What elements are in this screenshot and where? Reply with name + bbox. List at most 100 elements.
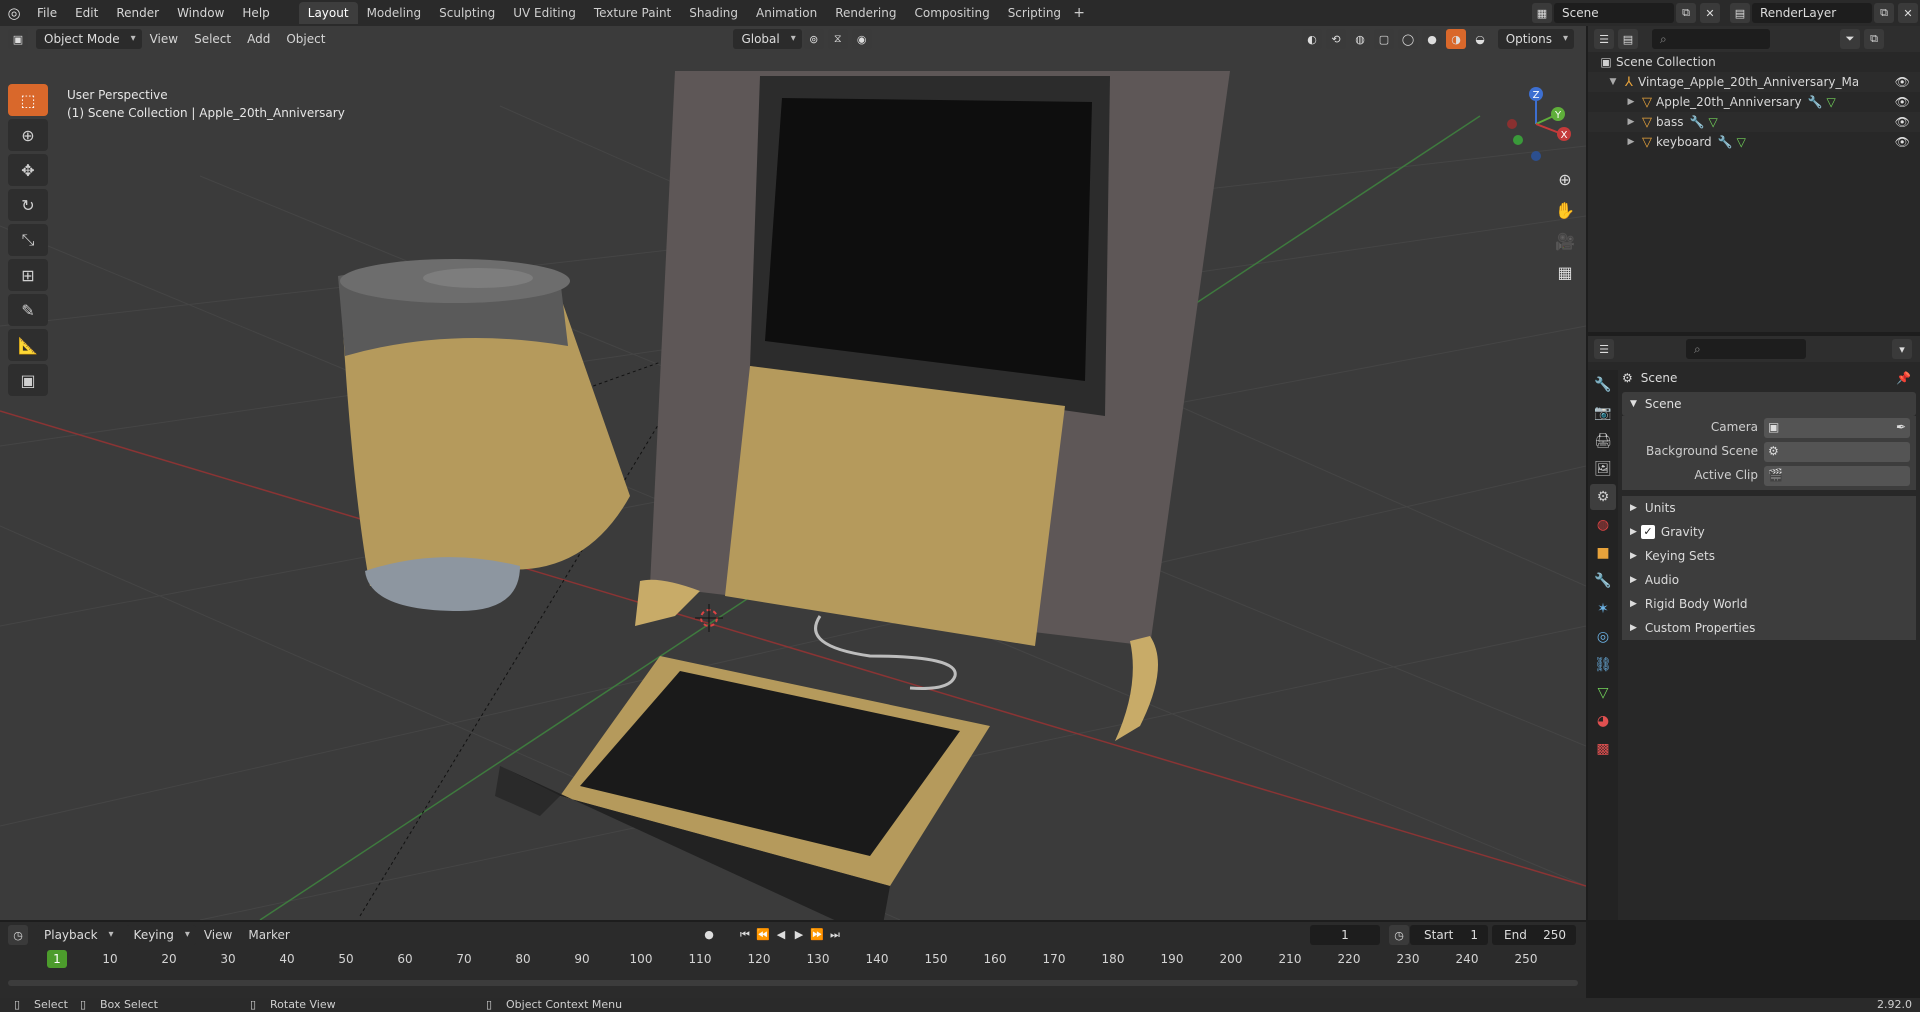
play-icon[interactable]: ▶	[790, 926, 808, 944]
gravity-panel[interactable]: ▶ ✓ Gravity	[1622, 520, 1916, 544]
menu-help[interactable]: Help	[233, 0, 278, 26]
wireframe-shading-icon[interactable]: ◯	[1398, 29, 1418, 49]
tab-rendering[interactable]: Rendering	[826, 2, 905, 24]
outliner-editor-icon[interactable]: ☰	[1594, 29, 1614, 49]
timeline-scrollbar[interactable]	[8, 980, 1578, 986]
timeline-editor-icon[interactable]: ◷	[8, 925, 28, 945]
navigation-gizmo[interactable]: Z Y X	[1500, 84, 1580, 164]
tab-animation[interactable]: Animation	[747, 2, 826, 24]
view-layer-field[interactable]: RenderLayer	[1752, 3, 1872, 23]
rotate-tool-icon[interactable]: ↻	[8, 189, 48, 221]
viewport-menu-select[interactable]: Select	[186, 32, 239, 46]
menu-render[interactable]: Render	[107, 0, 168, 26]
visibility-icon[interactable]: ◐	[1302, 29, 1322, 49]
overlay-icon[interactable]: ◍	[1350, 29, 1370, 49]
proportional-edit-icon[interactable]: ◉	[851, 29, 872, 49]
modifier-wrench-icon[interactable]: 🔧	[1718, 135, 1733, 149]
physics-tab-icon[interactable]: ◎	[1590, 624, 1616, 650]
expand-arrow-icon[interactable]: ▼	[1606, 77, 1620, 87]
menu-edit[interactable]: Edit	[66, 0, 107, 26]
new-collection-icon[interactable]: ⧉	[1864, 29, 1884, 49]
frame-cursor[interactable]: 1	[47, 950, 67, 968]
rendered-shading-icon[interactable]: ◒	[1470, 29, 1490, 49]
current-frame-field[interactable]: 1	[1310, 925, 1380, 945]
3d-cursor[interactable]	[695, 604, 723, 632]
new-view-layer-icon[interactable]: ⧉	[1874, 3, 1894, 23]
mesh-data-icon[interactable]: ▽	[1708, 115, 1717, 129]
select-tool-icon[interactable]: ⬚	[8, 84, 48, 116]
viewport-menu-object[interactable]: Object	[278, 32, 333, 46]
tab-texture-paint[interactable]: Texture Paint	[585, 2, 680, 24]
visibility-eye-icon[interactable]: 👁	[1895, 115, 1910, 129]
camera-field[interactable]: ▣ ✒	[1764, 418, 1910, 438]
rigid-body-world-panel[interactable]: ▶ Rigid Body World	[1622, 592, 1916, 616]
material-shading-icon[interactable]: ◑	[1446, 29, 1466, 49]
delete-scene-icon[interactable]: ✕	[1700, 3, 1720, 23]
audio-panel[interactable]: ▶ Audio	[1622, 568, 1916, 592]
keying-sets-panel[interactable]: ▶ Keying Sets	[1622, 544, 1916, 568]
pin-icon[interactable]: 📌	[1896, 371, 1911, 385]
outliner-row-apple[interactable]: ▶ ▽ Apple_20th_Anniversary 🔧 ▽ 👁	[1588, 92, 1920, 112]
properties-options-icon[interactable]: ▾	[1892, 339, 1912, 359]
custom-properties-panel[interactable]: ▶ Custom Properties	[1622, 616, 1916, 640]
modifier-tab-icon[interactable]: 🔧	[1590, 568, 1616, 594]
outliner-row-bass[interactable]: ▶ ▽ bass 🔧 ▽ 👁	[1588, 112, 1920, 132]
menu-file[interactable]: File	[28, 0, 66, 26]
properties-editor-icon[interactable]: ☰	[1594, 339, 1614, 359]
timeline-menu-view[interactable]: View	[196, 928, 240, 942]
play-reverse-icon[interactable]: ◀	[772, 926, 790, 944]
tab-scripting[interactable]: Scripting	[999, 2, 1070, 24]
material-tab-icon[interactable]: ◕	[1590, 708, 1616, 734]
zoom-icon[interactable]: ⊕	[1552, 166, 1578, 192]
mode-dropdown[interactable]: Object Mode	[36, 29, 142, 49]
particles-tab-icon[interactable]: ✶	[1590, 596, 1616, 622]
texture-tab-icon[interactable]: ▩	[1590, 736, 1616, 762]
timeline-menu-marker[interactable]: Marker	[240, 928, 297, 942]
units-panel[interactable]: ▶ Units	[1622, 496, 1916, 520]
pan-hand-icon[interactable]: ✋	[1552, 197, 1578, 223]
snap-icon[interactable]: ⧖	[827, 29, 848, 49]
start-frame-field[interactable]: Start 1	[1410, 925, 1488, 945]
measure-tool-icon[interactable]: 📐	[8, 329, 48, 361]
frame-ruler[interactable]: 1 10 20 30 40 50 60 70 80 90 100 110 120…	[0, 948, 1586, 972]
gizmo-toggle-icon[interactable]: ⟲	[1326, 29, 1346, 49]
camera-view-icon[interactable]: 🎥	[1552, 228, 1578, 254]
scene-browse-icon[interactable]: ▦	[1532, 3, 1552, 23]
new-scene-icon[interactable]: ⧉	[1676, 3, 1696, 23]
xray-icon[interactable]: ▢	[1374, 29, 1394, 49]
record-icon[interactable]: ●	[700, 926, 718, 944]
scene-panel-header[interactable]: ▼ Scene	[1622, 392, 1916, 416]
viewport-menu-view[interactable]: View	[142, 32, 186, 46]
options-dropdown[interactable]: Options	[1497, 29, 1574, 49]
solid-shading-icon[interactable]: ●	[1422, 29, 1442, 49]
eyedropper-icon[interactable]: ✒	[1896, 420, 1906, 434]
outliner-search-field[interactable]: ⌕	[1652, 29, 1770, 49]
apple-20th-anniversary-object[interactable]	[635, 71, 1230, 741]
prev-keyframe-icon[interactable]: ⏪	[754, 926, 772, 944]
collapse-arrow-icon[interactable]: ▶	[1624, 137, 1638, 147]
view-layer-tab-icon[interactable]: 🖼	[1590, 456, 1616, 482]
data-tab-icon[interactable]: ▽	[1590, 680, 1616, 706]
menu-window[interactable]: Window	[168, 0, 233, 26]
outliner-row-collection[interactable]: ▼ ⅄ Vintage_Apple_20th_Anniversary_Macin…	[1588, 72, 1920, 92]
mesh-data-icon[interactable]: ▽	[1827, 95, 1836, 109]
pivot-icon[interactable]: ⊚	[803, 29, 824, 49]
tab-sculpting[interactable]: Sculpting	[430, 2, 504, 24]
next-keyframe-icon[interactable]: ⏩	[808, 926, 826, 944]
end-frame-field[interactable]: End 250	[1492, 925, 1576, 945]
move-tool-icon[interactable]: ✥	[8, 154, 48, 186]
transform-orientation-dropdown[interactable]: Global	[733, 29, 802, 49]
view-layer-browse-icon[interactable]: ▤	[1730, 3, 1750, 23]
visibility-eye-icon[interactable]: 👁	[1895, 135, 1910, 149]
tab-uv-editing[interactable]: UV Editing	[504, 2, 585, 24]
tab-compositing[interactable]: Compositing	[905, 2, 998, 24]
mesh-data-icon[interactable]: ▽	[1737, 135, 1746, 149]
outliner-row-scene-collection[interactable]: ▣ Scene Collection	[1588, 52, 1920, 72]
active-clip-field[interactable]: 🎬	[1764, 466, 1910, 486]
scene-tab-icon[interactable]: ⚙	[1590, 484, 1616, 510]
bass-object[interactable]	[338, 259, 630, 611]
visibility-eye-icon[interactable]: 👁	[1895, 75, 1910, 89]
properties-search-field[interactable]: ⌕	[1686, 339, 1806, 359]
visibility-eye-icon[interactable]: 👁	[1895, 95, 1910, 109]
modifier-wrench-icon[interactable]: 🔧	[1689, 115, 1704, 129]
